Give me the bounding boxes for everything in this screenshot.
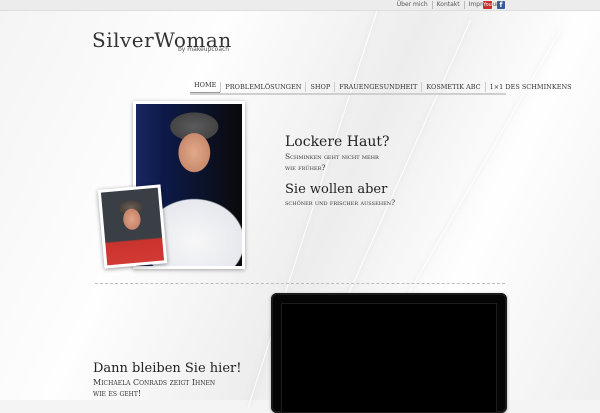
cta-subtitle: Michaela Conrads zeigt Ihnen wie es geht… (93, 377, 215, 399)
youtube-icon[interactable]: You (483, 1, 492, 9)
portrait-before-photo (97, 184, 168, 269)
youtube-glyph: You (483, 2, 492, 8)
nav-item-shop[interactable]: SHOP (305, 82, 334, 92)
nav-item-home[interactable]: HOME (190, 80, 221, 94)
video-player[interactable] (271, 293, 507, 413)
nav-underline (190, 93, 506, 95)
hero-subline-1: Schminken geht nicht mehr wie früher? (285, 151, 379, 173)
nav-item-frauengesundheit[interactable]: FRAUENGESUNDHEIT (334, 82, 421, 92)
top-bar (0, 0, 600, 11)
cta-subtitle-a: Michaela Conrads zeigt Ihnen (93, 378, 216, 387)
hero-headline-1: Lockere Haut? (285, 134, 390, 150)
facebook-glyph: f (499, 1, 503, 9)
video-screen[interactable] (281, 303, 497, 413)
nav-item-schminken[interactable]: 1×1 DES SCHMINKENS (484, 82, 576, 92)
top-link-kontakt[interactable]: Kontakt (431, 1, 464, 9)
hero-subline-1a: Schminken geht nicht mehr (285, 152, 379, 161)
portrait-before-image (100, 187, 165, 266)
facebook-icon[interactable]: f (497, 1, 505, 9)
nav-item-problemloesungen[interactable]: PROBLEMLÖSUNGEN (220, 82, 305, 92)
top-link-ueber-mich[interactable]: Über mich (393, 1, 432, 9)
cta-subtitle-b: wie es geht! (93, 389, 142, 398)
hero-subline-1b: wie früher? (285, 163, 326, 172)
cta-title: Dann bleiben Sie hier! (93, 361, 242, 376)
hero-headline-2: Sie wollen aber (285, 182, 388, 197)
section-divider (95, 283, 505, 284)
nav-item-kosmetik-abc[interactable]: KOSMETIK ABC (421, 82, 484, 92)
logo-tagline: by makeupcoach (178, 46, 230, 53)
hero-subline-2: schöner und frischer aussehen? (285, 198, 396, 207)
main-nav: HOME PROBLEMLÖSUNGEN SHOP FRAUENGESUNDHE… (190, 80, 576, 94)
